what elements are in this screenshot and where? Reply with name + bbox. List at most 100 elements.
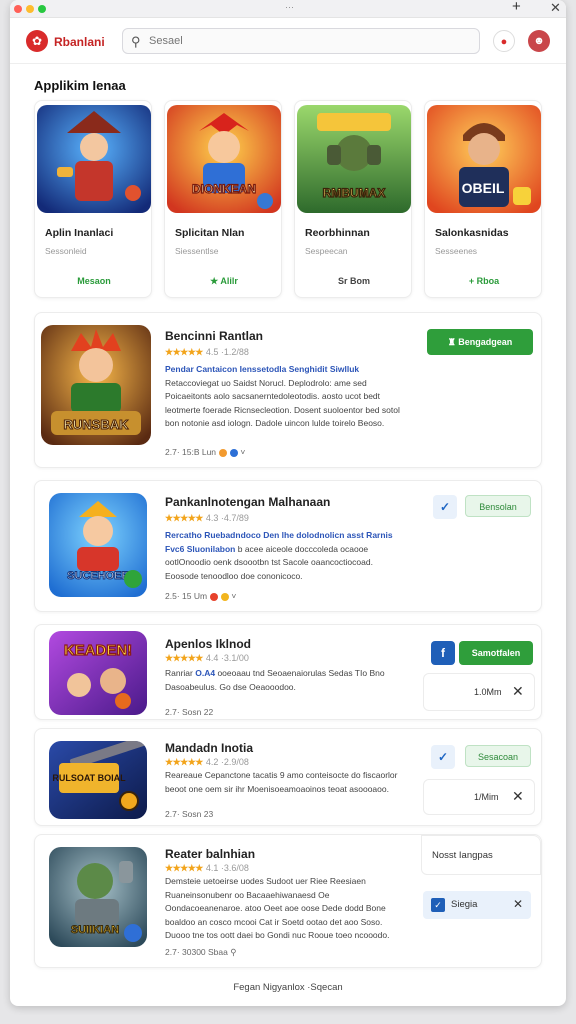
notification-icon[interactable]: ● [493, 30, 515, 52]
brand-logo-icon[interactable]: ✿ [26, 30, 48, 52]
browser-window: ··· + ✕ ✿ Rbanlani ⚲ ● ☻ Applikim Ienaa … [10, 0, 566, 1006]
search-bar[interactable]: ⚲ [122, 28, 480, 54]
verified-icon[interactable]: ✓ [433, 495, 457, 519]
app-art-text: OBEIL [462, 180, 505, 196]
app-thumbnail[interactable]: RUNSBAK [41, 325, 151, 445]
app-header: ✿ Rbanlani ⚲ ● ☻ [10, 18, 566, 64]
app-art-text: DIONKEAN [192, 182, 256, 196]
download-panel: 1.0Mm ✕ [423, 673, 535, 711]
rating-stars-glyphs: ★★★★★ [165, 653, 203, 663]
list-item[interactable]: KEADEN! Apenlos Iklnod ★★★★★ 4.4 ·3.1/00 … [34, 624, 542, 720]
description-highlight: Pendar Cantaicon Ienssetodla Senghidit S… [165, 364, 360, 374]
side-panel-item-label: Siegia [451, 899, 478, 910]
app-thumbnail[interactable]: KEADEN! [49, 631, 147, 715]
app-card-name: Reorbhinnan [305, 227, 370, 239]
badge-icon [230, 448, 239, 457]
app-meta-text: 2.7· Sosn 22 [165, 707, 214, 717]
side-panel: Nosst Iangpas [421, 835, 541, 875]
close-icon[interactable]: ✕ [512, 683, 524, 700]
app-card-name: Splicitan Nlan [175, 227, 245, 239]
checkbox-icon[interactable]: ✓ [431, 898, 445, 912]
app-title[interactable]: Bencinni Rantlan [165, 329, 263, 343]
app-meta-text: 2.5· 15 Um [165, 591, 208, 601]
rating-stars-glyphs: ★★★★★ [165, 757, 203, 767]
app-card-name: Aplin Inanlaci [45, 227, 114, 239]
new-tab-icon[interactable]: + [512, 0, 521, 15]
rating-text: 4.3 ·4.7/89 [205, 513, 249, 523]
app-title[interactable]: Mandadn Inotia [165, 741, 253, 755]
list-item[interactable]: SUCEHOEE Pankanlnotengan Malhanaan ★★★★★… [34, 480, 542, 612]
rating-text: 4.2 ·2.9/08 [205, 757, 249, 767]
app-description: Reareaue Cepanctone tacatis 9 amo contei… [165, 769, 405, 796]
app-description: Demsteie uetoeirse uodes Sudoot uer Riee… [165, 875, 405, 943]
close-icon[interactable]: ✕ [513, 897, 523, 911]
app-description: Rercatho Ruebadndoco Den lhe dolodnolicn… [165, 529, 405, 583]
app-meta: 2.7· 15:B Lun ˅ [165, 447, 245, 457]
side-panel-item[interactable]: ✓ Siegia ✕ [423, 891, 531, 919]
app-card[interactable]: OBEIL Salonkasnidas Sesseenes + Rboa [424, 100, 542, 298]
app-description: Ranriar O.A4 ooeoaau tnd Seoaenaiorulas … [165, 667, 405, 694]
app-art-text: SUCEHOEE [67, 570, 129, 582]
brand-name[interactable]: Rbanlani [54, 35, 105, 49]
app-thumbnail[interactable]: DIONKEAN [167, 105, 281, 213]
list-item[interactable]: RULSOAT BOIAL Mandadn Inotia ★★★★★ 4.2 ·2… [34, 728, 542, 826]
search-input[interactable] [149, 33, 469, 49]
minimize-window-dot[interactable] [26, 5, 34, 13]
close-window-dot[interactable] [14, 5, 22, 13]
verified-icon[interactable]: ✓ [431, 745, 455, 769]
app-title[interactable]: Pankanlnotengan Malhanaan [165, 495, 330, 509]
badge-icon [210, 592, 219, 601]
rating-stars: ★★★★★ 4.2 ·2.9/08 [165, 757, 249, 768]
close-icon[interactable]: ✕ [512, 788, 524, 805]
maximize-window-dot[interactable] [38, 5, 46, 13]
app-art-text: RUNSBAK [64, 417, 130, 432]
app-card-tag[interactable]: Sr Bom [295, 276, 413, 286]
app-card-subtitle: Sesseenes [435, 246, 478, 256]
avatar[interactable]: ☻ [528, 30, 550, 52]
list-item[interactable]: SUIIKIAN Reater balnhian ★★★★★ 4.1 ·3.6/0… [34, 834, 542, 968]
title-bar: ··· + ✕ [10, 0, 566, 18]
footer-text[interactable]: Fegan Nigyanlox ·Sqecan [10, 982, 566, 993]
app-card[interactable]: RMBUMAX Reorbhinnan Sespeecan Sr Bom [294, 100, 412, 298]
file-size: 1.0Mm [474, 687, 502, 697]
rating-stars-glyphs: ★★★★★ [165, 513, 203, 523]
side-panel-title: Nosst Iangpas [432, 850, 493, 861]
app-meta-text: 2.7· 30300 Sbaa ⚲ [165, 947, 237, 957]
section-title: Applikim Ienaa [34, 78, 126, 93]
list-item[interactable]: RUNSBAK Bencinni Rantlan ★★★★★ 4.5 ·1.2/8… [34, 312, 542, 468]
facebook-icon[interactable]: f [431, 641, 455, 665]
app-card-tag[interactable]: + Rboa [425, 276, 543, 286]
file-size: 1/Mim [474, 792, 499, 802]
app-thumbnail[interactable] [37, 105, 151, 213]
rating-stars: ★★★★★ 4.1 ·3.6/08 [165, 863, 249, 874]
app-thumbnail[interactable]: OBEIL [427, 105, 541, 213]
app-card-tag[interactable]: Mesaon [35, 276, 153, 286]
app-thumbnail[interactable]: RULSOAT BOIAL [49, 741, 147, 819]
description-text: Retaccoviegat uo Saidst Norucl. Deplodro… [165, 377, 400, 429]
app-card-subtitle: Sessonleid [45, 246, 87, 256]
app-thumbnail[interactable]: RMBUMAX [297, 105, 411, 213]
rating-text: 4.4 ·3.1/00 [205, 653, 249, 663]
app-thumbnail[interactable]: SUIIKIAN [49, 847, 147, 947]
description-text: Reareaue Cepanctone tacatis 9 amo contei… [165, 770, 398, 794]
app-thumbnail[interactable]: SUCEHOEE [49, 493, 147, 597]
app-meta-text: 2.7· 15:B Lun [165, 447, 217, 457]
app-title[interactable]: Apenlos Iklnod [165, 637, 251, 651]
app-description: Pendar Cantaicon Ienssetodla Senghidit S… [165, 363, 405, 431]
install-button[interactable]: ♜ Bengadgean [427, 329, 533, 355]
install-button[interactable]: Samotfalen [459, 641, 533, 665]
app-card[interactable]: DIONKEAN Splicitan Nlan Siessentlse ★ Al… [164, 100, 282, 298]
app-card-subtitle: Siessentlse [175, 246, 219, 256]
app-title[interactable]: Reater balnhian [165, 847, 255, 861]
app-card-tag[interactable]: ★ Alilr [165, 276, 283, 287]
chevron-down-icon[interactable]: ˅ [231, 591, 236, 601]
chevron-down-icon[interactable]: ˅ [240, 447, 245, 457]
close-icon[interactable]: ✕ [550, 0, 561, 16]
app-meta: 2.5· 15 Um ˅ [165, 591, 236, 601]
app-art-text: RMBUMAX [323, 186, 386, 200]
app-card-name: Salonkasnidas [435, 227, 509, 239]
install-button[interactable]: Bensolan [465, 495, 531, 517]
app-card[interactable]: Aplin Inanlaci Sessonleid Mesaon [34, 100, 152, 298]
badge-icon [221, 592, 230, 601]
install-button[interactable]: Sesacoan [465, 745, 531, 767]
